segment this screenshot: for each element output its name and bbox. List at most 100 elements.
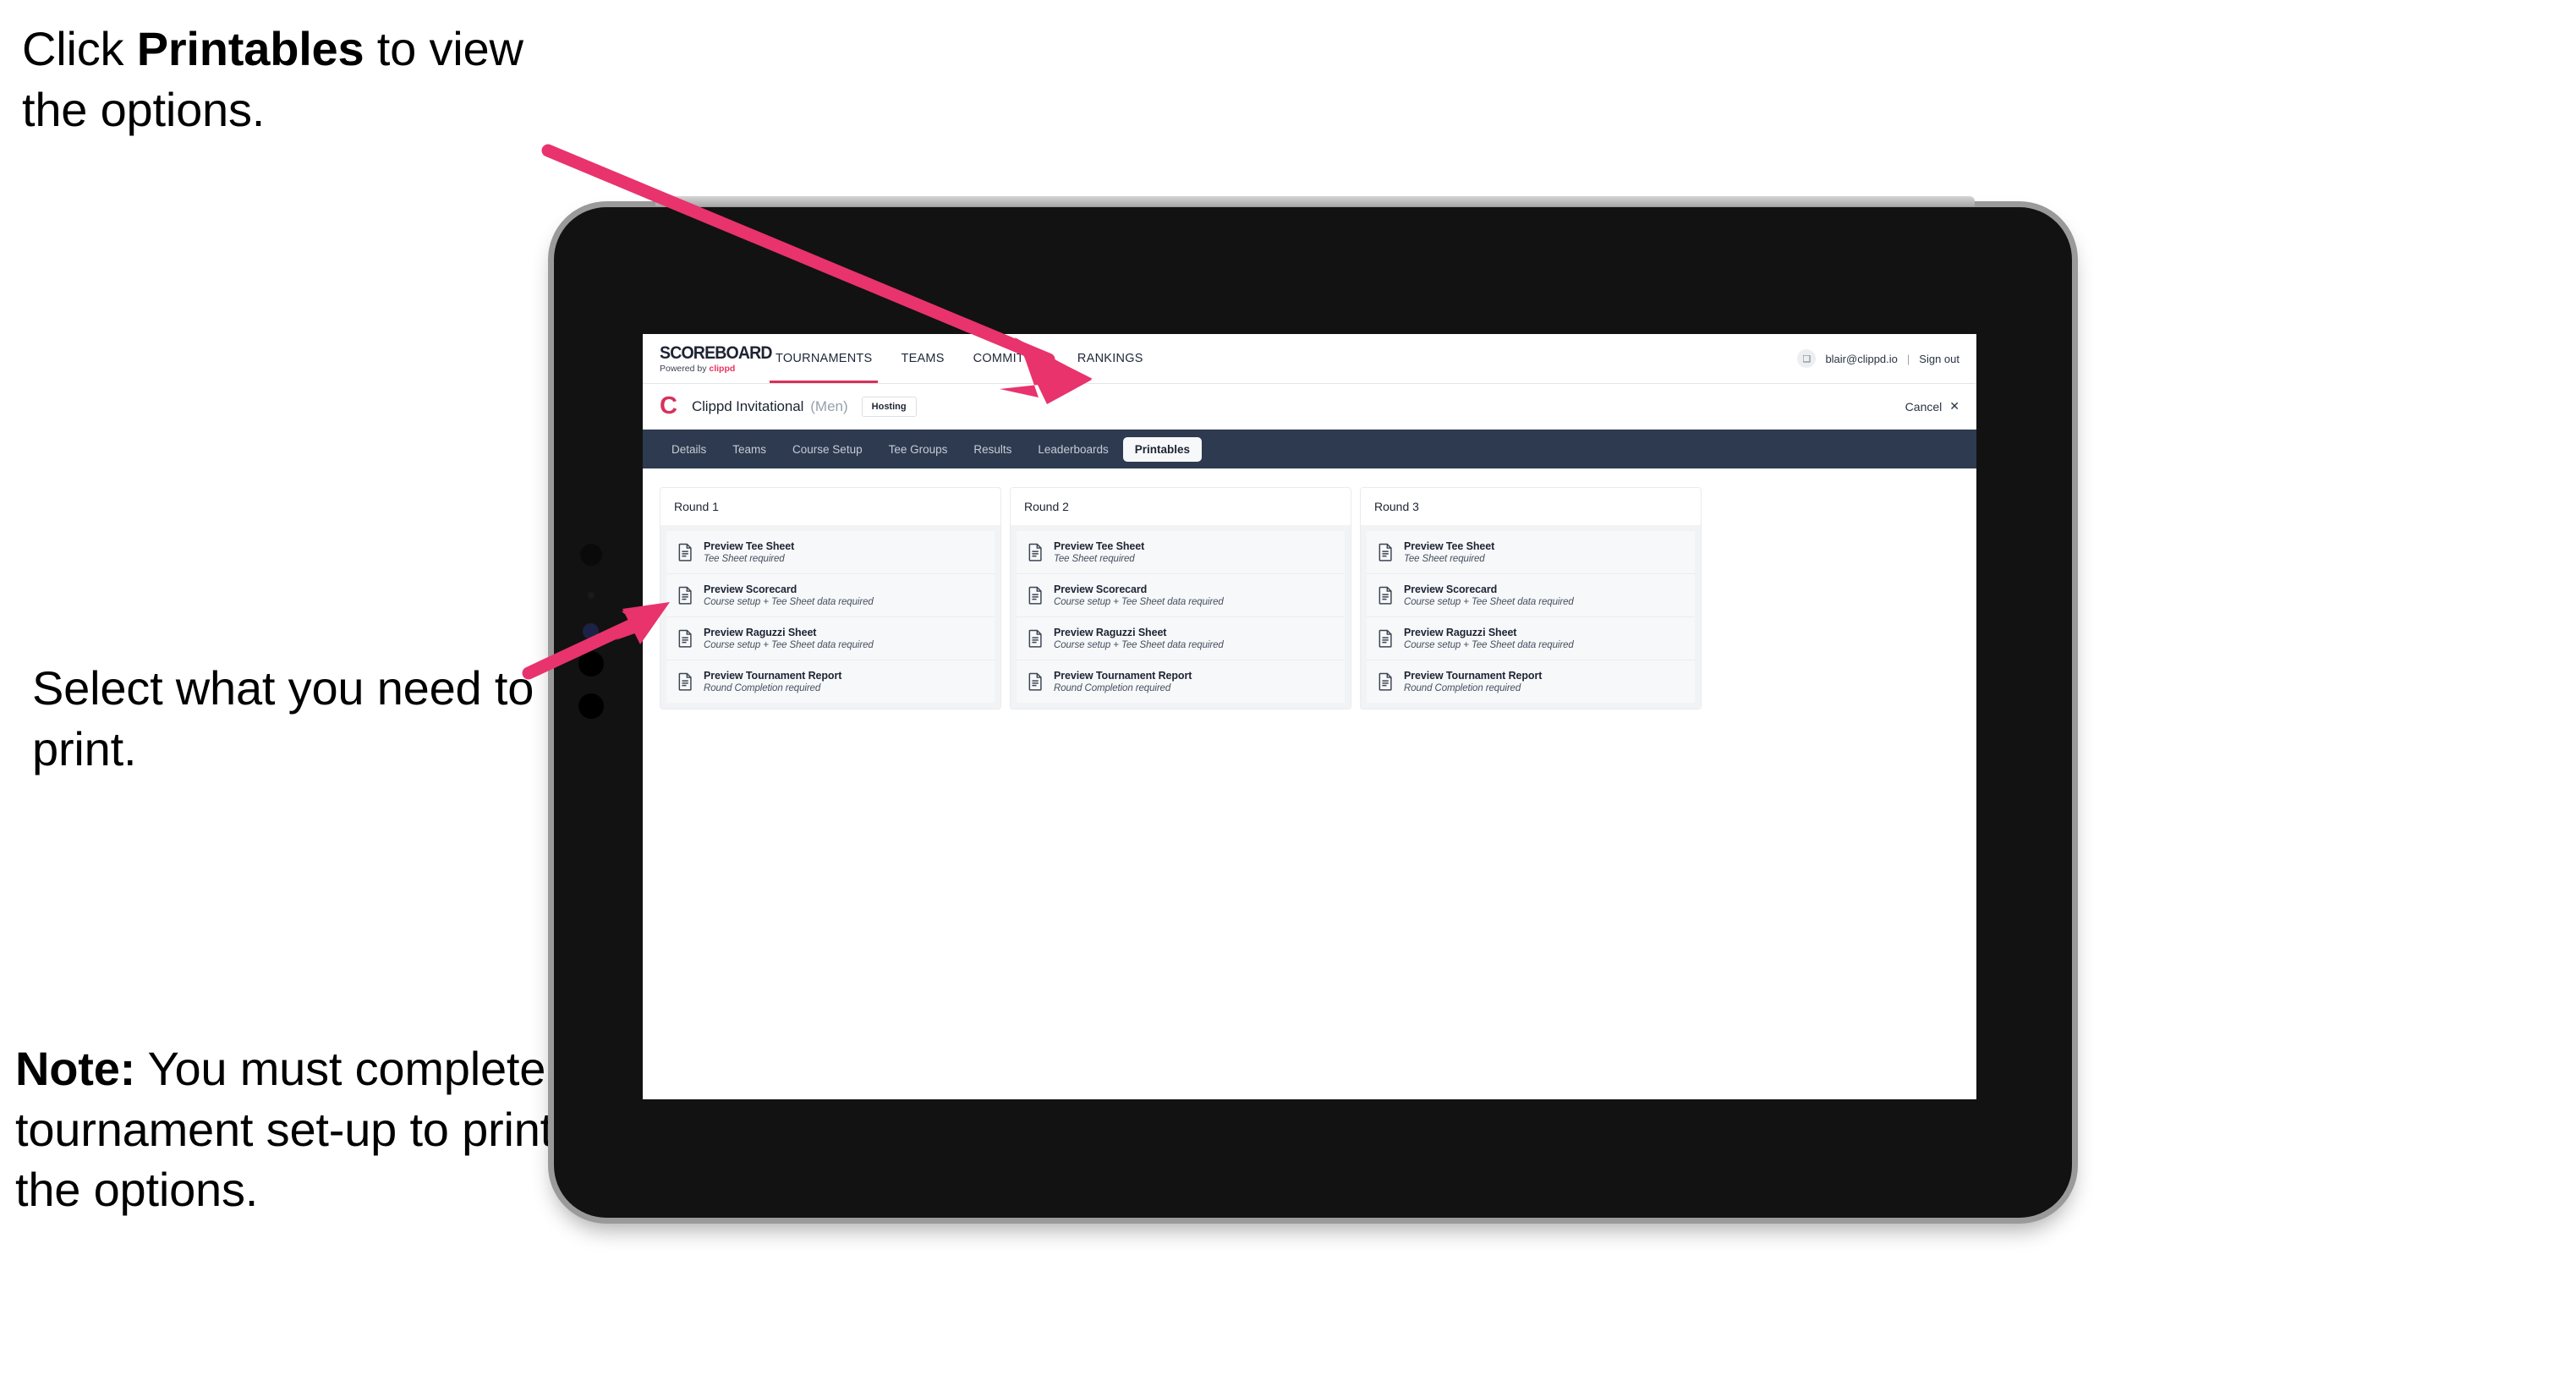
document-icon bbox=[1028, 543, 1044, 562]
document-icon bbox=[1378, 629, 1394, 648]
printable-subtitle: Tee Sheet required bbox=[704, 554, 785, 564]
tab-tee-groups[interactable]: Tee Groups bbox=[877, 437, 960, 462]
hardware-button-bottom[interactable] bbox=[578, 693, 604, 719]
avatar[interactable]: ❑ bbox=[1797, 349, 1817, 368]
document-icon bbox=[1028, 586, 1044, 605]
printable-row[interactable]: Preview Raguzzi Sheet Course setup + Tee … bbox=[1017, 617, 1345, 660]
brand-logo[interactable]: SCOREBOARD Powered by clippd bbox=[643, 334, 773, 383]
printable-text: Preview Tournament Report Round Completio… bbox=[1054, 670, 1192, 693]
tab-teams[interactable]: Teams bbox=[721, 437, 778, 462]
status-badge: Hosting bbox=[861, 396, 917, 417]
tablet-top-edge bbox=[655, 196, 1975, 206]
nav-item-tournaments[interactable]: TOURNAMENTS bbox=[761, 334, 886, 383]
annotation-click-bold: Printables bbox=[136, 22, 364, 75]
printable-row[interactable]: Preview Raguzzi Sheet Course setup + Tee … bbox=[1367, 617, 1695, 660]
account-area: ❑ blair@clippd.io | Sign out bbox=[1797, 334, 1976, 383]
printable-row[interactable]: Preview Scorecard Course setup + Tee Shee… bbox=[1367, 574, 1695, 617]
printable-subtitle: Course setup + Tee Sheet data required bbox=[1404, 640, 1574, 650]
document-icon bbox=[1378, 586, 1394, 605]
document-icon bbox=[1378, 543, 1394, 562]
printable-row[interactable]: Preview Tee Sheet Tee Sheet required bbox=[666, 531, 995, 574]
printable-title: Preview Tournament Report bbox=[1054, 670, 1192, 682]
annotation-click-printables: Click Printables to view the options. bbox=[22, 19, 580, 140]
tournament-name: Clippd Invitational bbox=[691, 397, 804, 414]
printable-subtitle: Round Completion required bbox=[704, 683, 821, 693]
printable-text: Preview Tournament Report Round Completio… bbox=[704, 670, 841, 693]
brand-powered-name: clippd bbox=[709, 363, 736, 374]
printable-text: Preview Raguzzi Sheet Course setup + Tee … bbox=[704, 627, 874, 650]
document-icon bbox=[677, 543, 693, 562]
printable-text: Preview Raguzzi Sheet Course setup + Tee … bbox=[1404, 627, 1574, 650]
round-title: Round 3 bbox=[1361, 488, 1701, 525]
document-icon bbox=[677, 672, 693, 691]
printable-row[interactable]: Preview Scorecard Course setup + Tee Shee… bbox=[1017, 574, 1345, 617]
tab-leaderboards[interactable]: Leaderboards bbox=[1026, 437, 1120, 462]
printable-title: Preview Tee Sheet bbox=[1054, 540, 1145, 552]
brand-powered-prefix: Powered by bbox=[660, 363, 710, 374]
document-icon bbox=[1028, 629, 1044, 648]
printable-subtitle: Course setup + Tee Sheet data required bbox=[704, 640, 874, 650]
document-icon bbox=[1028, 672, 1044, 691]
tab-course-setup[interactable]: Course Setup bbox=[781, 437, 874, 462]
printable-title: Preview Scorecard bbox=[1054, 583, 1148, 595]
printable-title: Preview Raguzzi Sheet bbox=[1404, 627, 1517, 638]
printable-text: Preview Raguzzi Sheet Course setup + Tee … bbox=[1054, 627, 1224, 650]
printable-text: Preview Tee Sheet Tee Sheet required bbox=[1054, 540, 1144, 564]
printable-subtitle: Round Completion required bbox=[1054, 683, 1171, 693]
printable-title: Preview Tournament Report bbox=[704, 670, 842, 682]
round-card: Round 1 Preview Tee Sheet Tee Sheet requir… bbox=[660, 487, 1001, 709]
nav-item-rankings[interactable]: RANKINGS bbox=[1063, 334, 1158, 383]
printable-row[interactable]: Preview Tee Sheet Tee Sheet required bbox=[1367, 531, 1695, 574]
top-navigation-bar: SCOREBOARD Powered by clippd TOURNAMENTS… bbox=[643, 334, 1976, 384]
tab-printables[interactable]: Printables bbox=[1122, 436, 1203, 462]
printable-row[interactable]: Preview Raguzzi Sheet Course setup + Tee … bbox=[666, 617, 995, 660]
printable-subtitle: Course setup + Tee Sheet data required bbox=[704, 597, 874, 607]
cancel-label: Cancel bbox=[1905, 399, 1943, 414]
printable-title: Preview Raguzzi Sheet bbox=[704, 627, 817, 638]
printables-content: Round 1 Preview Tee Sheet Tee Sheet requir… bbox=[643, 468, 1976, 728]
printable-row[interactable]: Preview Tournament Report Round Completio… bbox=[1367, 660, 1695, 703]
tab-details[interactable]: Details bbox=[660, 437, 718, 462]
printable-title: Preview Raguzzi Sheet bbox=[1054, 627, 1167, 638]
round-item-list: Preview Tee Sheet Tee Sheet required Previ… bbox=[1361, 525, 1701, 709]
hardware-button-top[interactable] bbox=[578, 651, 604, 677]
brand-subtitle: Powered by clippd bbox=[660, 364, 761, 374]
printable-subtitle: Tee Sheet required bbox=[1054, 554, 1135, 564]
round-title: Round 1 bbox=[660, 488, 1000, 525]
account-separator: | bbox=[1906, 352, 1910, 365]
printable-row[interactable]: Preview Tournament Report Round Completio… bbox=[666, 660, 995, 703]
printable-row[interactable]: Preview Tee Sheet Tee Sheet required bbox=[1017, 531, 1345, 574]
nav-item-committee[interactable]: COMMITTEE bbox=[959, 334, 1063, 383]
printable-subtitle: Course setup + Tee Sheet data required bbox=[1054, 640, 1224, 650]
cancel-button[interactable]: Cancel ✕ bbox=[1905, 399, 1959, 414]
printable-title: Preview Tee Sheet bbox=[704, 540, 795, 552]
sensor-icon bbox=[583, 623, 599, 639]
printable-subtitle: Round Completion required bbox=[1404, 683, 1521, 693]
printable-title: Preview Tournament Report bbox=[1404, 670, 1543, 682]
tablet-device: SCOREBOARD Powered by clippd TOURNAMENTS… bbox=[554, 196, 2072, 1218]
printable-row[interactable]: Preview Scorecard Course setup + Tee Shee… bbox=[666, 574, 995, 617]
printable-subtitle: Course setup + Tee Sheet data required bbox=[1054, 597, 1224, 607]
printable-text: Preview Scorecard Course setup + Tee Shee… bbox=[1054, 583, 1224, 607]
round-card: Round 3 Preview Tee Sheet Tee Sheet requir… bbox=[1360, 487, 1702, 709]
annotation-note-bold: Note: bbox=[15, 1042, 136, 1095]
printable-text: Preview Scorecard Course setup + Tee Shee… bbox=[704, 583, 874, 607]
printable-title: Preview Scorecard bbox=[1404, 583, 1498, 595]
camera-dot-icon bbox=[588, 592, 595, 599]
printable-text: Preview Tee Sheet Tee Sheet required bbox=[1404, 540, 1494, 564]
round-item-list: Preview Tee Sheet Tee Sheet required Previ… bbox=[1011, 525, 1351, 709]
document-icon bbox=[1378, 672, 1394, 691]
round-card: Round 2 Preview Tee Sheet Tee Sheet requir… bbox=[1010, 487, 1351, 709]
sign-out-link[interactable]: Sign out bbox=[1919, 353, 1959, 365]
account-email: blair@clippd.io bbox=[1825, 352, 1898, 365]
nav-item-teams[interactable]: TEAMS bbox=[886, 334, 958, 383]
printable-title: Preview Scorecard bbox=[704, 583, 797, 595]
round-title: Round 2 bbox=[1011, 488, 1351, 525]
tournament-gender: (Men) bbox=[810, 397, 848, 414]
app-screen: SCOREBOARD Powered by clippd TOURNAMENTS… bbox=[643, 334, 1976, 1099]
primary-nav: TOURNAMENTS TEAMS COMMITTEE RANKINGS bbox=[761, 334, 1158, 383]
tab-results[interactable]: Results bbox=[962, 437, 1023, 462]
printable-row[interactable]: Preview Tournament Report Round Completio… bbox=[1017, 660, 1345, 703]
document-icon bbox=[677, 586, 693, 605]
printable-subtitle: Tee Sheet required bbox=[1404, 554, 1485, 564]
